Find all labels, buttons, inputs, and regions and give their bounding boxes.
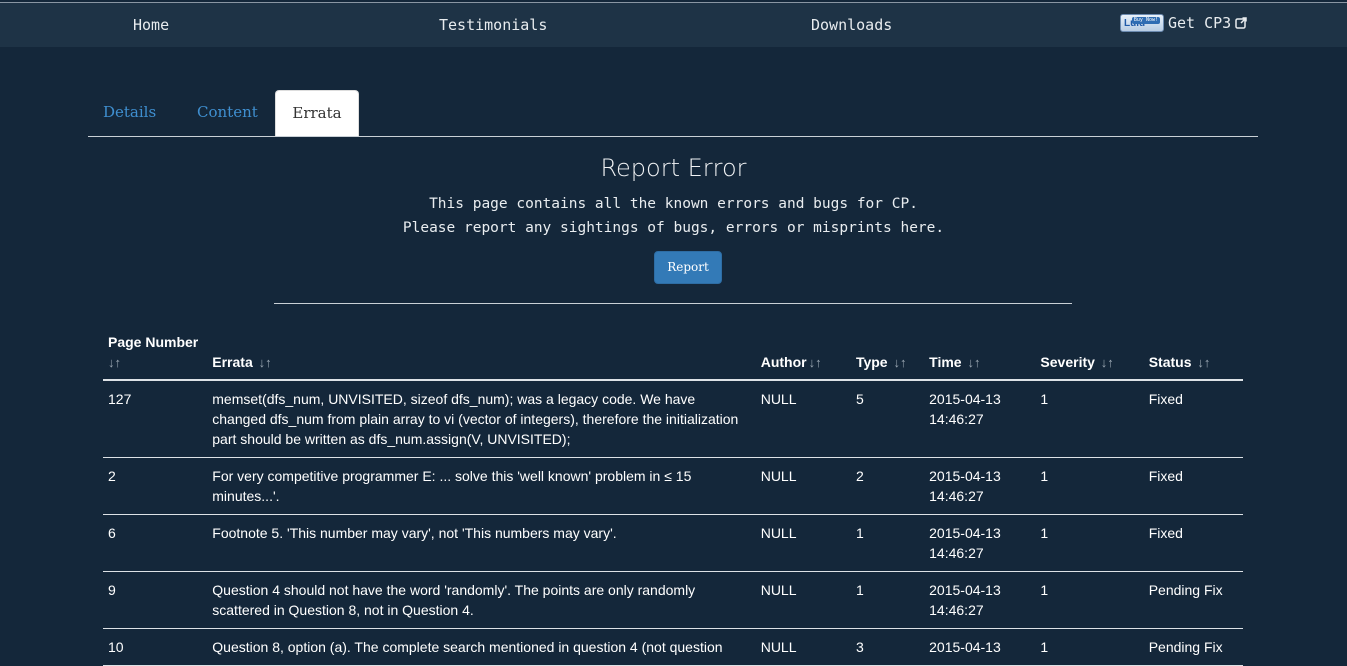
cell-page: 6 <box>103 514 208 572</box>
cell-author: NULL <box>755 628 851 666</box>
cell-author: NULL <box>755 380 851 458</box>
external-link-icon <box>1235 17 1247 29</box>
cell-time: 2015-04-13 14:46:27 <box>924 514 1036 572</box>
cell-page: 10 <box>103 628 208 666</box>
tab-errata[interactable]: Errata <box>275 90 359 136</box>
cell-errata: For very competitive programmer E: ... s… <box>207 457 756 515</box>
table-header-row: Page Number ↓↑ Errata ↓↑ Author ↓↑ Type ↓↑… <box>103 328 1243 381</box>
nav-testimonials-link[interactable]: Testimonials <box>439 16 547 34</box>
get-cp3-label: Get CP3 <box>1168 14 1232 32</box>
cell-severity: 1 <box>1035 457 1144 515</box>
table-row: 9 Question 4 should not have the word 'r… <box>103 571 1243 629</box>
cell-type: 1 <box>850 571 925 629</box>
header-time[interactable]: Time ↓↑ <box>924 328 1036 381</box>
sort-icon[interactable]: ↓↑ <box>967 355 980 370</box>
table-row: 6 Footnote 5. 'This number may vary', no… <box>103 514 1243 572</box>
report-description-line-1: This page contains all the known errors … <box>429 196 918 212</box>
header-author[interactable]: Author ↓↑ <box>755 328 851 381</box>
sort-icon[interactable]: ↓↑ <box>809 355 822 370</box>
nav-get-cp3-link[interactable]: Lulu Buy Now! Get CP3 <box>1120 14 1247 32</box>
cell-status: Fixed <box>1143 514 1243 572</box>
cell-severity: 1 <box>1035 628 1144 666</box>
nav-downloads-link[interactable]: Downloads <box>811 16 892 34</box>
nav-home-link[interactable]: Home <box>133 16 169 34</box>
cell-time: 2015-04-13 14:46:27 <box>924 457 1036 515</box>
sort-icon[interactable]: ↓↑ <box>108 355 121 370</box>
report-error-title: Report Error <box>600 154 747 182</box>
tab-bar: Details Content Errata <box>88 90 1258 137</box>
cell-type: 5 <box>850 380 925 458</box>
cell-severity: 1 <box>1035 380 1144 458</box>
cell-type: 1 <box>850 514 925 572</box>
section-divider <box>274 303 1072 304</box>
cell-time: 2015-04-13 14:46:27 <box>924 380 1036 458</box>
header-page-number[interactable]: Page Number ↓↑ <box>103 328 208 381</box>
table-row: 127 memset(dfs_num, UNVISITED, sizeof df… <box>103 380 1243 458</box>
table-row: 10 Question 8, option (a). The complete … <box>103 628 1243 666</box>
cell-status: Pending Fix <box>1143 571 1243 629</box>
cell-page: 127 <box>103 380 208 458</box>
header-type[interactable]: Type ↓↑ <box>850 328 925 381</box>
cell-type: 2 <box>850 457 925 515</box>
sort-icon[interactable]: ↓↑ <box>893 355 906 370</box>
cell-type: 3 <box>850 628 925 666</box>
lulu-buy-now-logo: Lulu Buy Now! <box>1120 14 1164 32</box>
cell-status: Fixed <box>1143 457 1243 515</box>
cell-errata: memset(dfs_num, UNVISITED, sizeof dfs_nu… <box>207 380 756 458</box>
cell-author: NULL <box>755 457 851 515</box>
header-errata[interactable]: Errata ↓↑ <box>207 328 756 381</box>
errata-table: Page Number ↓↑ Errata ↓↑ Author ↓↑ Type ↓↑… <box>103 328 1243 666</box>
cell-errata: Footnote 5. 'This number may vary', not … <box>207 514 756 572</box>
cell-errata: Question 8, option (a). The complete sea… <box>207 628 756 666</box>
sort-icon[interactable]: ↓↑ <box>259 355 272 370</box>
cell-page: 9 <box>103 571 208 629</box>
cell-page: 2 <box>103 457 208 515</box>
cell-status: Fixed <box>1143 380 1243 458</box>
tab-content[interactable]: Content <box>182 90 273 135</box>
tab-details[interactable]: Details <box>88 90 171 135</box>
cell-severity: 1 <box>1035 571 1144 629</box>
sort-icon[interactable]: ↓↑ <box>1101 355 1114 370</box>
cell-time: 2015-04-13 <box>924 628 1036 666</box>
cell-author: NULL <box>755 571 851 629</box>
report-description-line-2: Please report any sightings of bugs, err… <box>402 220 945 236</box>
cell-status: Pending Fix <box>1143 628 1243 666</box>
cell-errata: Question 4 should not have the word 'ran… <box>207 571 756 629</box>
report-button[interactable]: Report <box>654 251 722 284</box>
header-severity[interactable]: Severity ↓↑ <box>1035 328 1144 381</box>
header-status[interactable]: Status ↓↑ <box>1143 328 1243 381</box>
cell-time: 2015-04-13 14:46:27 <box>924 571 1036 629</box>
sort-icon[interactable]: ↓↑ <box>1197 355 1210 370</box>
navbar: Home Testimonials Downloads Lulu Buy Now… <box>0 3 1347 47</box>
cell-author: NULL <box>755 514 851 572</box>
table-row: 2 For very competitive programmer E: ...… <box>103 457 1243 515</box>
cell-severity: 1 <box>1035 514 1144 572</box>
